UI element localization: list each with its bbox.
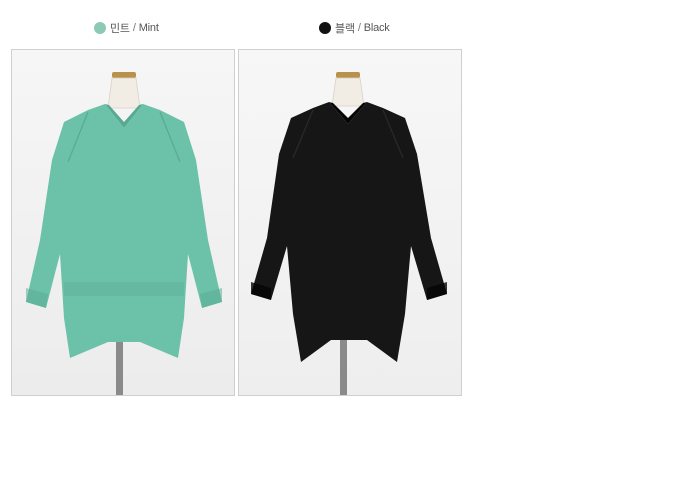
label-separator: / — [132, 22, 136, 34]
color-name-ko: 민트 — [110, 23, 130, 35]
color-label-mint: 민트 / Mint — [94, 20, 159, 36]
mannequin-neck-cap — [336, 72, 360, 78]
color-label-black: 블랙 / Black — [319, 20, 390, 36]
black-color-swatch — [319, 22, 331, 34]
label-separator: / — [357, 22, 361, 34]
mint-color-swatch — [94, 22, 106, 34]
color-name-en: Mint — [138, 22, 159, 34]
mannequin-neck-cap — [112, 72, 136, 78]
product-photo-black — [238, 49, 462, 396]
mint-sweater-image — [12, 50, 234, 395]
sweater-hem-band — [64, 282, 184, 296]
product-photo-mint — [11, 49, 235, 396]
color-name-ko: 블랙 — [335, 23, 355, 35]
black-sweater-image — [239, 50, 461, 395]
mannequin-neck — [331, 77, 365, 107]
color-name-en: Black — [363, 22, 390, 34]
mannequin-neck — [107, 77, 141, 109]
